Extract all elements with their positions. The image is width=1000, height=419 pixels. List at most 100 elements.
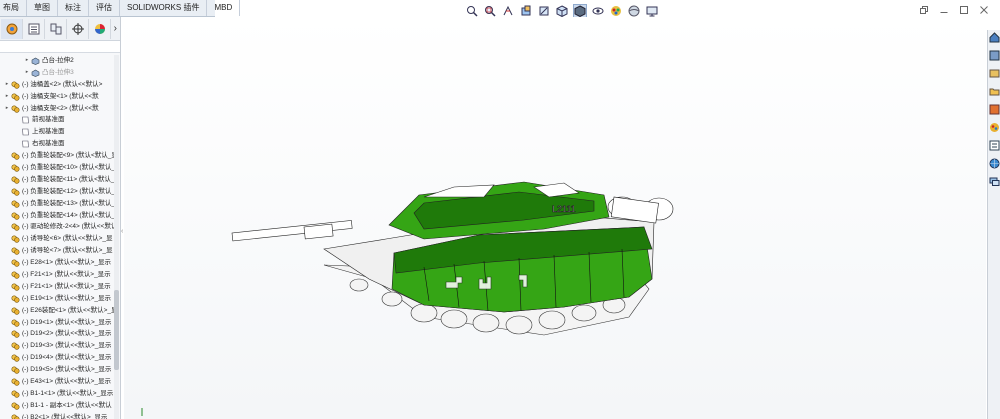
restore-icon[interactable] — [920, 6, 928, 14]
tab-annotation[interactable]: 标注 — [58, 0, 89, 16]
feature-manager-panel: › ▸ 凸台-拉伸2 ▸ 凸台-拉伸3 ▸ (-) 油桶盖<2> (默认<<默认> ▸ (-)… — [0, 17, 121, 419]
tree-item[interactable]: (-) B1-1 - 副本<1> (默认<<默认 — [0, 400, 114, 412]
tree-item[interactable]: 右视基准面 — [0, 138, 114, 150]
tab-evaluate[interactable]: 评估 — [89, 0, 120, 16]
tree-item[interactable]: ▸ (-) 油桶支架<1> (默认<<默 — [0, 91, 114, 103]
expand-chevron-icon[interactable]: ▸ — [4, 79, 10, 91]
view-settings-button[interactable] — [645, 4, 659, 18]
assembly-icon — [11, 152, 20, 160]
assembly-icon — [11, 164, 20, 172]
tree-scrollbar[interactable] — [114, 55, 119, 419]
tree-item[interactable]: (-) 驱动轮修改-2<4> (默认<<默认 — [0, 221, 114, 233]
tree-item[interactable]: (-) E19<1> (默认<<默认>_显示 — [0, 293, 114, 305]
tree-item-label: (-) D19<1> (默认<<默认>_显示 — [22, 318, 112, 326]
assembly-icon — [11, 247, 20, 255]
tree-item[interactable]: (-) 负重轮装配<13> (默认<默认_ — [0, 198, 114, 210]
tree-item[interactable]: (-) 负重轮装配<14> (默认<默认_ — [0, 210, 114, 222]
tab-layout[interactable]: 布局 — [0, 0, 27, 16]
property-list-icon — [28, 23, 39, 34]
assembly-icon — [11, 271, 20, 279]
tab-sketch[interactable]: 草图 — [27, 0, 58, 16]
tree-item[interactable]: ▸ (-) 油桶支架<2> (默认<<默 — [0, 103, 114, 115]
edit-appearance-button[interactable] — [609, 4, 623, 18]
tree-item-label: (-) E19<1> (默认<<默认>_显示 — [22, 294, 112, 302]
globe-icon[interactable] — [989, 158, 1000, 169]
expand-chevron-icon[interactable]: ▸ — [4, 91, 10, 103]
home-icon[interactable] — [989, 32, 1000, 43]
tree-item[interactable]: (-) 诱导轮<7> (默认<<默认>_显 — [0, 245, 114, 257]
design-library-icon[interactable] — [989, 68, 1000, 79]
tree-item-label: (-) E26装配<1> (默认<<默认>_显 — [22, 306, 114, 314]
assembly-icon — [11, 295, 20, 303]
monitor-icon — [646, 6, 658, 17]
tree-item[interactable]: (-) F21<1> (默认<<默认>_显示 — [0, 281, 114, 293]
assembly-icon — [11, 81, 20, 89]
apply-scene-button[interactable] — [627, 4, 641, 18]
tree-item[interactable]: (-) 负重轮装配<10> (默认<默认_ — [0, 162, 114, 174]
tree-item[interactable]: ▸ 凸台-拉伸3 — [0, 67, 114, 79]
close-icon[interactable] — [980, 6, 988, 14]
tree-item-label: (-) 负重轮装配<14> (默认<默认_ — [22, 211, 114, 219]
tree-item[interactable]: (-) D19<1> (默认<<默认>_显示 — [0, 317, 114, 329]
appearances-scenes-icon[interactable] — [989, 122, 1000, 133]
tree-item[interactable]: (-) E26装配<1> (默认<<默认>_显 — [0, 305, 114, 317]
tree-item[interactable]: (-) 负重轮装配<12> (默认<默认_ — [0, 186, 114, 198]
expand-chevron-icon[interactable]: ▸ — [24, 67, 30, 79]
tree-item[interactable]: (-) B1-1<1> (默认<<默认>_显示 — [0, 388, 114, 400]
tree-item[interactable]: (-) 负重轮装配<9> (默认<默认_显 — [0, 150, 114, 162]
configuration-icon — [50, 23, 61, 34]
forum-icon[interactable] — [989, 176, 1000, 187]
previous-view-button[interactable] — [501, 4, 515, 18]
tree-item[interactable]: (-) E43<1> (默认<<默认>_显示 — [0, 376, 114, 388]
previous-view-icon — [503, 5, 513, 16]
tree-item-label: (-) D19<2> (默认<<默认>_显示 — [22, 330, 112, 338]
tab-solidworks-addins[interactable]: SOLIDWORKS 插件 — [120, 0, 208, 16]
plane-icon — [21, 140, 30, 148]
chevron-right-icon[interactable]: › — [114, 23, 117, 34]
resources-icon[interactable] — [989, 50, 1000, 61]
zoom-to-fit-button[interactable] — [465, 4, 479, 18]
tree-item[interactable]: (-) B2<1> (默认<<默认>_显示 — [0, 412, 114, 419]
assembly-icon — [11, 354, 20, 362]
minimize-icon[interactable] — [940, 6, 948, 14]
graphics-area[interactable]: L2111 — [124, 17, 986, 419]
section-view-button[interactable] — [519, 4, 533, 18]
expand-chevron-icon[interactable]: ▸ — [4, 103, 10, 115]
tank-model[interactable]: L2111 — [124, 17, 986, 419]
tree-item[interactable]: (-) 诱导轮<6> (默认<<默认>_显 — [0, 233, 114, 245]
expand-chevron-icon[interactable]: ▸ — [24, 55, 30, 67]
tree-filter-bar[interactable] — [0, 41, 120, 53]
plane-icon — [21, 116, 30, 124]
tree-item[interactable]: (-) D19<2> (默认<<默认>_显示 — [0, 328, 114, 340]
tree-item[interactable]: ▸ 凸台-拉伸2 — [0, 55, 114, 67]
tree-item[interactable]: (-) 负重轮装配<11> (默认<默认_ — [0, 174, 114, 186]
tree-item[interactable]: 上视基准面 — [0, 126, 114, 138]
tab-mbd[interactable]: MBD — [207, 0, 241, 16]
tree-item[interactable]: ▸ (-) 油桶盖<2> (默认<<默认> — [0, 79, 114, 91]
view-orientation-button[interactable] — [555, 4, 569, 18]
tree-item[interactable]: 前视基准面 — [0, 114, 114, 126]
feature-manager-tab[interactable] — [1, 18, 23, 39]
zoom-to-area-button[interactable] — [483, 4, 497, 18]
tree-item[interactable]: (-) D19<5> (默认<<默认>_显示 — [0, 364, 114, 376]
hide-show-items-button[interactable] — [591, 4, 605, 18]
display-style-button[interactable] — [573, 4, 587, 18]
tree-item-label: (-) F21<1> (默认<<默认>_显示 — [22, 282, 111, 290]
file-explorer-icon[interactable] — [989, 86, 1000, 97]
tree-item[interactable]: (-) D19<4> (默认<<默认>_显示 — [0, 352, 114, 364]
display-manager-tab[interactable] — [89, 18, 111, 39]
view-palette-icon[interactable] — [989, 104, 1000, 115]
dynamic-annotation-button[interactable] — [537, 4, 551, 18]
property-manager-tab[interactable] — [23, 18, 45, 39]
custom-properties-icon[interactable] — [989, 140, 1000, 151]
tree-item-label: 上视基准面 — [32, 128, 65, 136]
tree-item[interactable]: (-) E28<1> (默认<<默认>_显示 — [0, 257, 114, 269]
hull-marking-text: L2111 — [552, 204, 576, 214]
scrollbar-thumb[interactable] — [114, 290, 119, 370]
tree-item[interactable]: (-) D19<3> (默认<<默认>_显示 — [0, 340, 114, 352]
maximize-icon[interactable] — [960, 6, 968, 14]
tree-item[interactable]: (-) F21<1> (默认<<默认>_显示 — [0, 269, 114, 281]
tree-item-label: (-) 负重轮装配<11> (默认<默认_ — [22, 175, 114, 183]
configuration-manager-tab[interactable] — [45, 18, 67, 39]
dimxpert-manager-tab[interactable] — [67, 18, 89, 39]
